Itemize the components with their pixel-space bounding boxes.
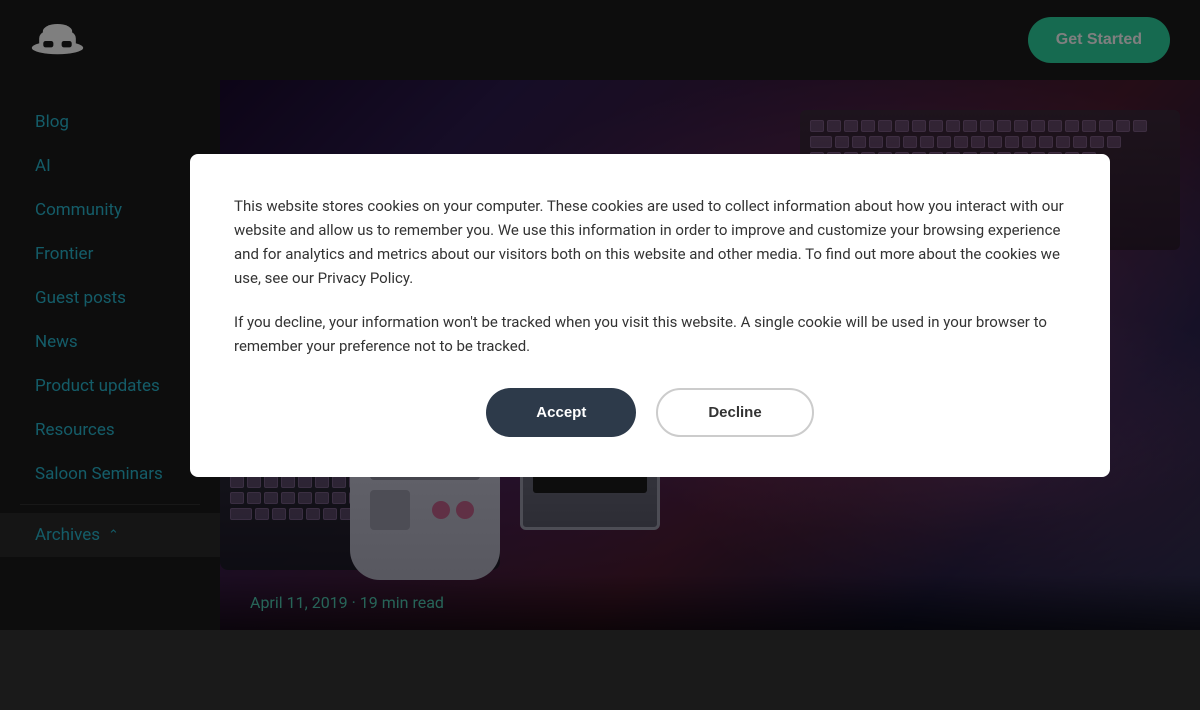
decline-button[interactable]: Decline — [656, 388, 813, 437]
modal-overlay: This website stores cookies on your comp… — [0, 0, 1200, 630]
cookie-modal: This website stores cookies on your comp… — [190, 154, 1110, 477]
cookie-text-1: This website stores cookies on your comp… — [234, 194, 1066, 290]
accept-button[interactable]: Accept — [486, 388, 636, 437]
cookie-text-2: If you decline, your information won't b… — [234, 310, 1066, 358]
cookie-buttons: Accept Decline — [234, 388, 1066, 437]
